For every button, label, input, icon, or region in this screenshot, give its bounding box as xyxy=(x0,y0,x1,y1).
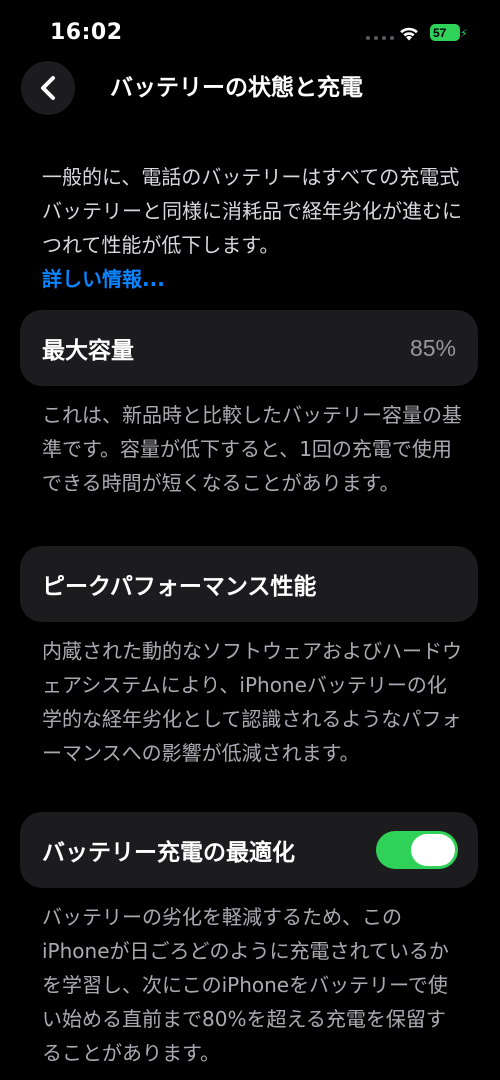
max-capacity-label: 最大容量 xyxy=(42,338,134,364)
battery-level: 57 xyxy=(433,25,447,40)
toggle-knob xyxy=(411,834,455,866)
peak-performance-description: 内蔵された動的なソフトウェアおよびハードウェアシステムにより、iPhoneバッテ… xyxy=(42,639,462,765)
max-capacity-description: これは、新品時と比較したバッテリー容量の基準です。容量が低下すると、1回の充電で… xyxy=(42,403,462,495)
learn-more-link[interactable]: 詳しい情報... xyxy=(42,267,165,291)
peak-performance-label: ピークパフォーマンス性能 xyxy=(42,574,317,600)
signal-dots-icon xyxy=(366,36,394,40)
optimized-charging-description: バッテリーの劣化を軽減するため、このiPhoneが日ごろどのように充電されている… xyxy=(42,905,449,1065)
optimized-charging-row: バッテリー充電の最適化 xyxy=(20,812,478,888)
status-time: 16:02 xyxy=(50,20,123,45)
page-title: バッテリーの状態と充電 xyxy=(110,75,363,101)
intro-body: 一般的に、電話のバッテリーはすべての充電式バッテリーと同様に消耗品で経年劣化が進… xyxy=(42,165,462,257)
peak-performance-row: ピークパフォーマンス性能 xyxy=(20,546,478,622)
intro-text: 一般的に、電話のバッテリーはすべての充電式バッテリーと同様に消耗品で経年劣化が進… xyxy=(42,160,462,296)
optimized-charging-toggle[interactable] xyxy=(376,831,458,869)
charging-bolt-icon: ⚡ xyxy=(460,27,468,40)
max-capacity-value: 85% xyxy=(409,334,456,361)
wifi-icon xyxy=(400,27,418,41)
chevron-left-icon xyxy=(41,76,55,100)
max-capacity-row: 最大容量 85% xyxy=(20,310,478,386)
back-button[interactable] xyxy=(21,61,75,115)
status-bar: 16:02 57 ⚡ xyxy=(0,0,500,62)
optimized-charging-label: バッテリー充電の最適化 xyxy=(42,840,295,866)
battery-icon: 57 xyxy=(430,24,460,41)
